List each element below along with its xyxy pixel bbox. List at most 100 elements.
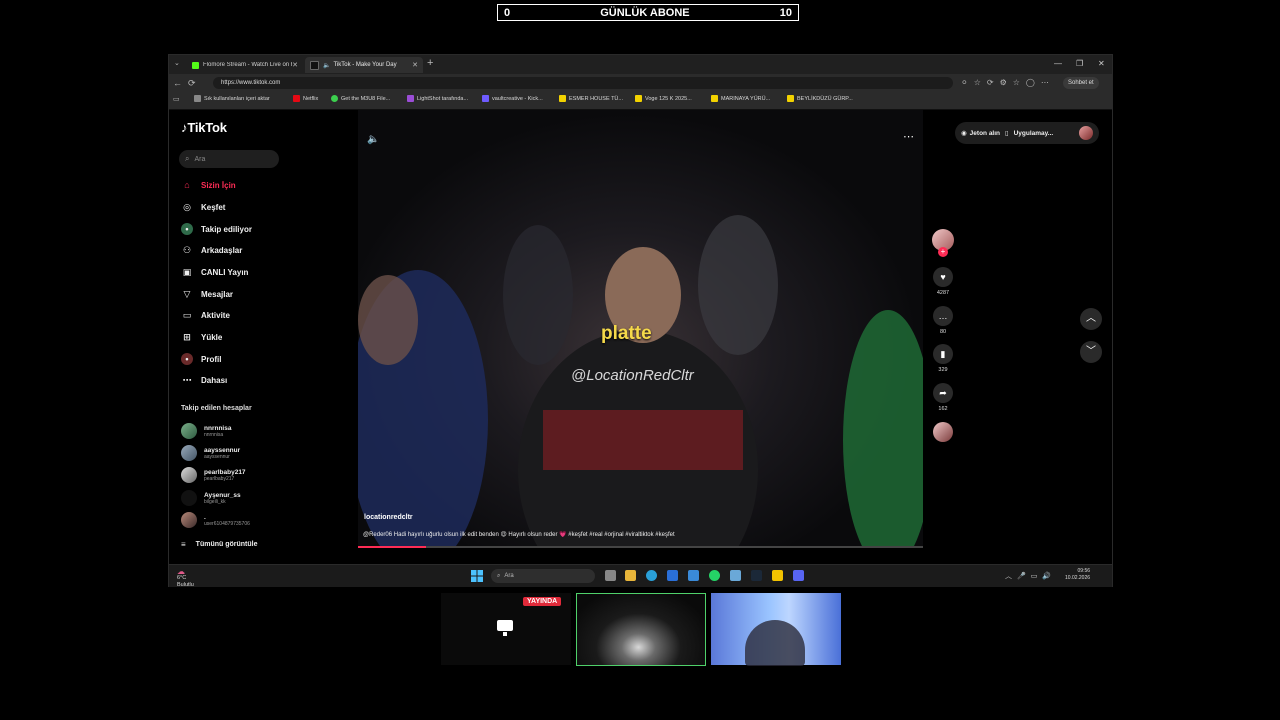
app-icon[interactable]	[772, 570, 783, 581]
phone-icon: ▯	[1005, 130, 1009, 137]
address-bar: ←⟳ https://www.tiktok.com ⚪☆⟳⚙☆◯⋯ Sohbet…	[169, 74, 1112, 92]
system-tray-icons[interactable]: ︿🎤▭🔊	[1005, 571, 1056, 581]
sahibinden-icon	[711, 95, 718, 102]
discord-icon[interactable]	[793, 570, 804, 581]
monitor-icon	[497, 620, 513, 631]
video-author[interactable]: locationredcltr	[364, 514, 413, 521]
netflix-icon	[293, 95, 300, 102]
taskbar-search[interactable]: ⌕ Ara	[491, 569, 595, 583]
top-right-actions: ◉ Jeton alın ▯ Uygulamay...	[955, 122, 1099, 144]
get-app-button[interactable]: Uygulamay...	[1014, 130, 1054, 137]
nav-live[interactable]: ▣ CANLI Yayın	[181, 266, 249, 278]
steam-icon[interactable]	[751, 570, 762, 581]
more-icon: ⋯	[182, 374, 192, 385]
video-overlay-brand: platte	[601, 323, 652, 344]
app-icon[interactable]	[730, 570, 741, 581]
tab-flomore[interactable]: Flomore Stream - Watch Live on F ✕	[187, 57, 303, 73]
follow-plus-icon[interactable]: +	[938, 247, 948, 257]
get-coins-button[interactable]: Jeton alın	[970, 130, 1000, 137]
share-action[interactable]: ➦ 162	[931, 383, 955, 412]
nav-explore[interactable]: ◎ Keşfet	[181, 201, 225, 213]
bookmark-item[interactable]: vaultcreative - Kick...	[482, 95, 543, 102]
clock[interactable]: 09:56 10.02.2026	[1065, 568, 1090, 582]
compass-icon: ◎	[183, 201, 191, 212]
close-tab-icon[interactable]: ✕	[412, 61, 418, 69]
user-avatar[interactable]	[1079, 126, 1093, 140]
tab-list-icon[interactable]: ⌄	[174, 59, 180, 67]
previous-video-button[interactable]: ︿	[1080, 308, 1102, 330]
nav-more[interactable]: ⋯ Dahası	[181, 374, 228, 386]
bookmark-item[interactable]: Sık kullanılanları içeri aktar	[194, 95, 270, 102]
coin-icon: ◉	[961, 130, 967, 137]
windows-start-icon[interactable]	[471, 570, 483, 582]
profile-icon: •	[181, 353, 193, 365]
nav-friends[interactable]: ⚇ Arkadaşlar	[181, 244, 242, 256]
avatar	[181, 467, 197, 483]
weather-widget[interactable]: ☁ 6°C Bulutlu	[177, 568, 194, 589]
browser-toolbar-icons[interactable]: ⚪☆⟳⚙☆◯⋯	[961, 78, 1055, 87]
comment-icon: …	[933, 306, 953, 326]
followed-account[interactable]: nnrnnisa nnrnnisa	[181, 423, 231, 439]
bookmarks-bar: ▭ Sık kullanılanları içeri aktar Netflix…	[169, 92, 1112, 110]
close-window-icon[interactable]: ✕	[1098, 59, 1105, 68]
close-tab-icon[interactable]: ✕	[292, 61, 298, 69]
tab-bar: ⌄ Flomore Stream - Watch Live on F ✕ 🔈 T…	[169, 55, 1112, 74]
url-field[interactable]: https://www.tiktok.com	[213, 77, 953, 89]
lightshot-icon	[407, 95, 414, 102]
subscriber-counter: 0 GÜNLÜK ABONE 10	[497, 4, 799, 21]
bookmark-item[interactable]: BEYLİKDÜZÜ GÜRP...	[787, 95, 853, 102]
restore-icon[interactable]: ❐	[1076, 59, 1083, 68]
bookmark-item[interactable]: Voge 125 K 2025...	[635, 95, 692, 102]
tab-label: TikTok - Make Your Day	[333, 62, 397, 68]
tab-tiktok[interactable]: 🔈 TikTok - Make Your Day ✕	[305, 57, 423, 73]
store-icon[interactable]	[667, 570, 678, 581]
followed-account[interactable]: aayssennur aayssennur	[181, 445, 240, 461]
followed-account[interactable]: Ayşenur_ss bilgeili_kk	[181, 490, 241, 506]
more-options-icon[interactable]: ⋯	[903, 130, 915, 143]
music-disc-avatar[interactable]	[933, 422, 953, 442]
followed-account[interactable]: . user6104879735706	[181, 512, 250, 528]
bookmark-item[interactable]: Get the M3U8 File...	[331, 95, 390, 102]
comment-action[interactable]: … 80	[931, 306, 955, 335]
import-icon	[194, 95, 201, 102]
nav-following[interactable]: • Takip ediliyor	[181, 223, 252, 235]
tiktok-icon	[310, 60, 319, 70]
edge-icon[interactable]	[646, 570, 657, 581]
chevron-up-icon: ︿	[1086, 313, 1096, 324]
back-reload-icons[interactable]: ←⟳	[173, 78, 202, 89]
vault-icon	[482, 95, 489, 102]
search-input[interactable]: ⌕ Ara	[179, 150, 279, 168]
video-overlay-tag: @LocationRedCltr	[571, 367, 694, 384]
save-action[interactable]: ▮ 329	[931, 344, 955, 373]
copilot-button[interactable]: Sohbet et	[1063, 77, 1099, 89]
next-video-button[interactable]: ﹀	[1080, 341, 1102, 363]
video-progress-bar[interactable]	[358, 546, 923, 548]
bookmarks-menu-icon[interactable]: ▭	[173, 95, 180, 103]
friends-icon: ⚇	[182, 244, 192, 255]
heart-icon: ♥	[933, 267, 953, 287]
bookmark-item[interactable]: Netflix	[293, 95, 318, 102]
minimize-icon[interactable]: —	[1054, 59, 1062, 68]
like-action[interactable]: ♥ 4287	[931, 267, 955, 296]
new-tab-icon[interactable]: +	[427, 57, 433, 69]
counter-right: 10	[779, 6, 792, 19]
bookmark-item[interactable]: MARINAYA YÜRÜ...	[711, 95, 770, 102]
task-view-icon[interactable]	[605, 570, 616, 581]
see-all-button[interactable]: ≡ Tümünü görüntüle	[181, 540, 258, 549]
bookmark-item[interactable]: LightShot tarafında...	[407, 95, 468, 102]
mail-icon[interactable]	[688, 570, 699, 581]
nav-upload[interactable]: ⊞ Yükle	[181, 331, 222, 343]
webcam-tile-streamer[interactable]	[576, 593, 706, 666]
whatsapp-icon[interactable]	[709, 570, 720, 581]
home-icon: ⌂	[184, 180, 190, 190]
bookmark-item[interactable]: ESMER HOUSE TÜ...	[559, 95, 623, 102]
volume-icon[interactable]: 🔈	[367, 134, 379, 145]
file-explorer-icon[interactable]	[625, 570, 636, 581]
nav-profile[interactable]: • Profil	[181, 353, 221, 365]
nav-messages[interactable]: ▽ Mesajlar	[181, 288, 234, 300]
nav-activity[interactable]: ▭ Aktivite	[181, 309, 230, 321]
nav-for-you[interactable]: ⌂ Sizin İçin	[181, 179, 235, 191]
followed-account[interactable]: pearlbaby217 pearlbaby217	[181, 467, 246, 483]
tiktok-logo[interactable]: ♪TikTok	[181, 120, 227, 135]
avatar	[181, 490, 197, 506]
